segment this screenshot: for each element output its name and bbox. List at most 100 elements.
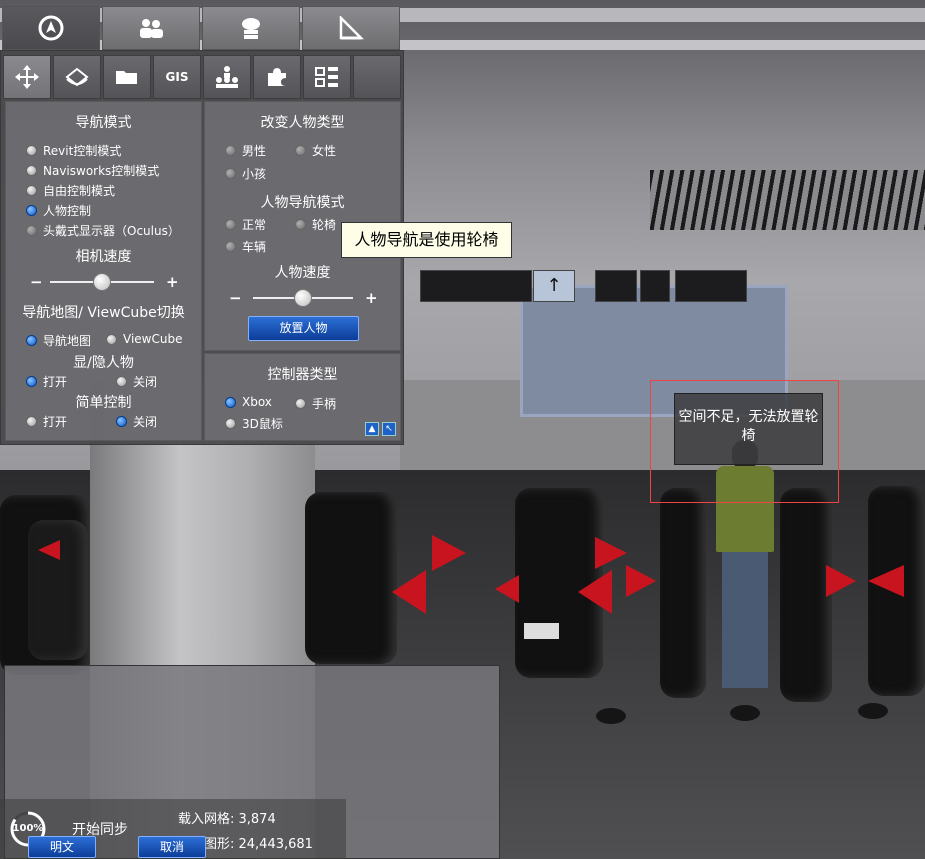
tab-hierarchy[interactable] <box>203 55 251 99</box>
pin-icon[interactable]: ▲ <box>365 422 379 436</box>
radio-revit[interactable]: Revit控制模式 <box>26 142 121 159</box>
cancel-button[interactable]: 取消 <box>138 836 206 858</box>
radio-indicator[interactable] <box>295 219 306 230</box>
person-speed-title: 人物速度 <box>274 265 331 281</box>
radio-free[interactable]: 自由控制模式 <box>26 182 115 199</box>
radio-label: ViewCube <box>123 332 183 346</box>
turnstile-gate <box>660 488 706 698</box>
tab-folder[interactable] <box>103 55 151 99</box>
radio-indicator[interactable] <box>116 416 127 427</box>
radio-label: 导航地图 <box>43 334 92 348</box>
radio-indicator[interactable] <box>225 396 236 408</box>
slider-knob[interactable] <box>93 273 111 291</box>
radio-female[interactable]: 女性 <box>295 142 336 159</box>
plus-icon[interactable]: + <box>166 272 179 292</box>
warning-message: 空间不足，无法放置轮椅 <box>674 393 823 465</box>
person-speed-slider[interactable]: − + <box>229 288 379 308</box>
radio-label: 关闭 <box>133 375 158 389</box>
tree-icon <box>315 67 338 87</box>
radio-indicator[interactable] <box>26 225 37 236</box>
radio-indicator[interactable] <box>295 145 306 156</box>
controller-section: 控制器类型 Xbox 手柄 3D鼠标 ▲ ↖ <box>204 353 401 441</box>
gate-flap <box>826 565 856 597</box>
tab-tree[interactable] <box>303 55 351 99</box>
radio-indicator[interactable] <box>26 335 37 346</box>
compass-icon <box>38 15 64 41</box>
mesh-count: 载入网格: 3,874 <box>178 812 276 827</box>
gate-flap <box>868 565 904 597</box>
radio-label: 头戴式显示器（Oculus） <box>43 224 180 238</box>
radio-indicator[interactable] <box>26 416 37 427</box>
radio-show-on[interactable]: 打开 <box>26 373 67 390</box>
radio-indicator[interactable] <box>26 165 37 176</box>
tab-empty[interactable] <box>353 55 401 99</box>
plugin-icon <box>268 68 286 86</box>
tab-cloud[interactable] <box>202 6 300 50</box>
minus-icon[interactable]: − <box>229 288 242 308</box>
gate-flap <box>432 535 466 571</box>
radio-child[interactable]: 小孩 <box>225 165 266 182</box>
radio-indicator[interactable] <box>106 333 117 345</box>
sub-tab-bar: GIS <box>3 55 401 99</box>
radio-simple-off[interactable]: 关闭 <box>116 413 157 430</box>
main-tab-bar <box>0 6 404 50</box>
gate-flap <box>495 575 519 603</box>
minus-icon[interactable]: − <box>30 272 43 292</box>
turnstile-gate <box>305 492 397 664</box>
camera-speed-slider[interactable]: − + <box>30 272 180 292</box>
cursor-icon[interactable]: ↖ <box>382 422 396 436</box>
radio-indicator[interactable] <box>116 376 127 387</box>
radio-label: 小孩 <box>242 167 267 181</box>
radio-indicator[interactable] <box>225 241 236 252</box>
floor-marker <box>730 705 760 721</box>
overhead-sign <box>595 270 637 302</box>
radio-viewcube[interactable]: ViewCube <box>106 332 182 346</box>
tab-navigation[interactable] <box>2 6 100 50</box>
radio-oculus[interactable]: 头戴式显示器（Oculus） <box>26 222 180 239</box>
tab-people[interactable] <box>102 6 200 50</box>
folder-icon <box>116 71 137 84</box>
radio-indicator[interactable] <box>26 145 37 156</box>
radio-show-off[interactable]: 关闭 <box>116 373 157 390</box>
radio-label: 3D鼠标 <box>242 417 283 431</box>
tab-gis[interactable]: GIS <box>153 55 201 99</box>
radio-indicator[interactable] <box>26 376 37 387</box>
radio-simple-on[interactable]: 打开 <box>26 413 67 430</box>
radio-label: 自由控制模式 <box>43 184 116 198</box>
radio-vehicle[interactable]: 车辆 <box>225 238 266 255</box>
radio-indicator[interactable] <box>225 219 236 230</box>
radio-label: 关闭 <box>133 415 158 429</box>
floor-marker <box>596 708 626 724</box>
radio-label: 手柄 <box>312 397 337 411</box>
radio-navmap[interactable]: 导航地图 <box>26 332 91 349</box>
tab-measure[interactable] <box>302 6 400 50</box>
show-person-title: 显/隐人物 <box>73 355 134 371</box>
plus-icon[interactable]: + <box>365 288 378 308</box>
radio-male[interactable]: 男性 <box>225 142 266 159</box>
tab-move[interactable] <box>3 55 51 99</box>
radio-indicator[interactable] <box>225 145 236 156</box>
plaintext-button[interactable]: 明文 <box>28 836 96 858</box>
radio-indicator[interactable] <box>225 418 236 429</box>
tab-plugin[interactable] <box>253 55 301 99</box>
camera-speed-title: 相机速度 <box>75 249 132 265</box>
turnstile-gate <box>780 488 832 702</box>
radio-indicator[interactable] <box>225 168 236 179</box>
slider-knob[interactable] <box>294 289 312 307</box>
radio-person[interactable]: 人物控制 <box>26 202 91 219</box>
radio-3dmouse[interactable]: 3D鼠标 <box>225 415 283 432</box>
radio-navisworks[interactable]: Navisworks控制模式 <box>26 162 159 179</box>
tab-walk[interactable] <box>53 55 101 99</box>
radio-indicator[interactable] <box>26 205 37 216</box>
radio-indicator[interactable] <box>295 398 306 409</box>
gate-flap <box>392 570 426 614</box>
panel-corner-icons: ▲ ↖ <box>365 422 396 436</box>
radio-handle[interactable]: 手柄 <box>295 395 336 412</box>
radio-label: 人物控制 <box>43 204 92 218</box>
place-person-button[interactable]: 放置人物 <box>248 316 359 341</box>
radio-label: 男性 <box>242 144 267 158</box>
radio-indicator[interactable] <box>26 185 37 196</box>
radio-xbox[interactable]: Xbox <box>225 395 272 409</box>
radio-wheelchair[interactable]: 轮椅 <box>295 216 336 233</box>
radio-normal[interactable]: 正常 <box>225 216 266 233</box>
